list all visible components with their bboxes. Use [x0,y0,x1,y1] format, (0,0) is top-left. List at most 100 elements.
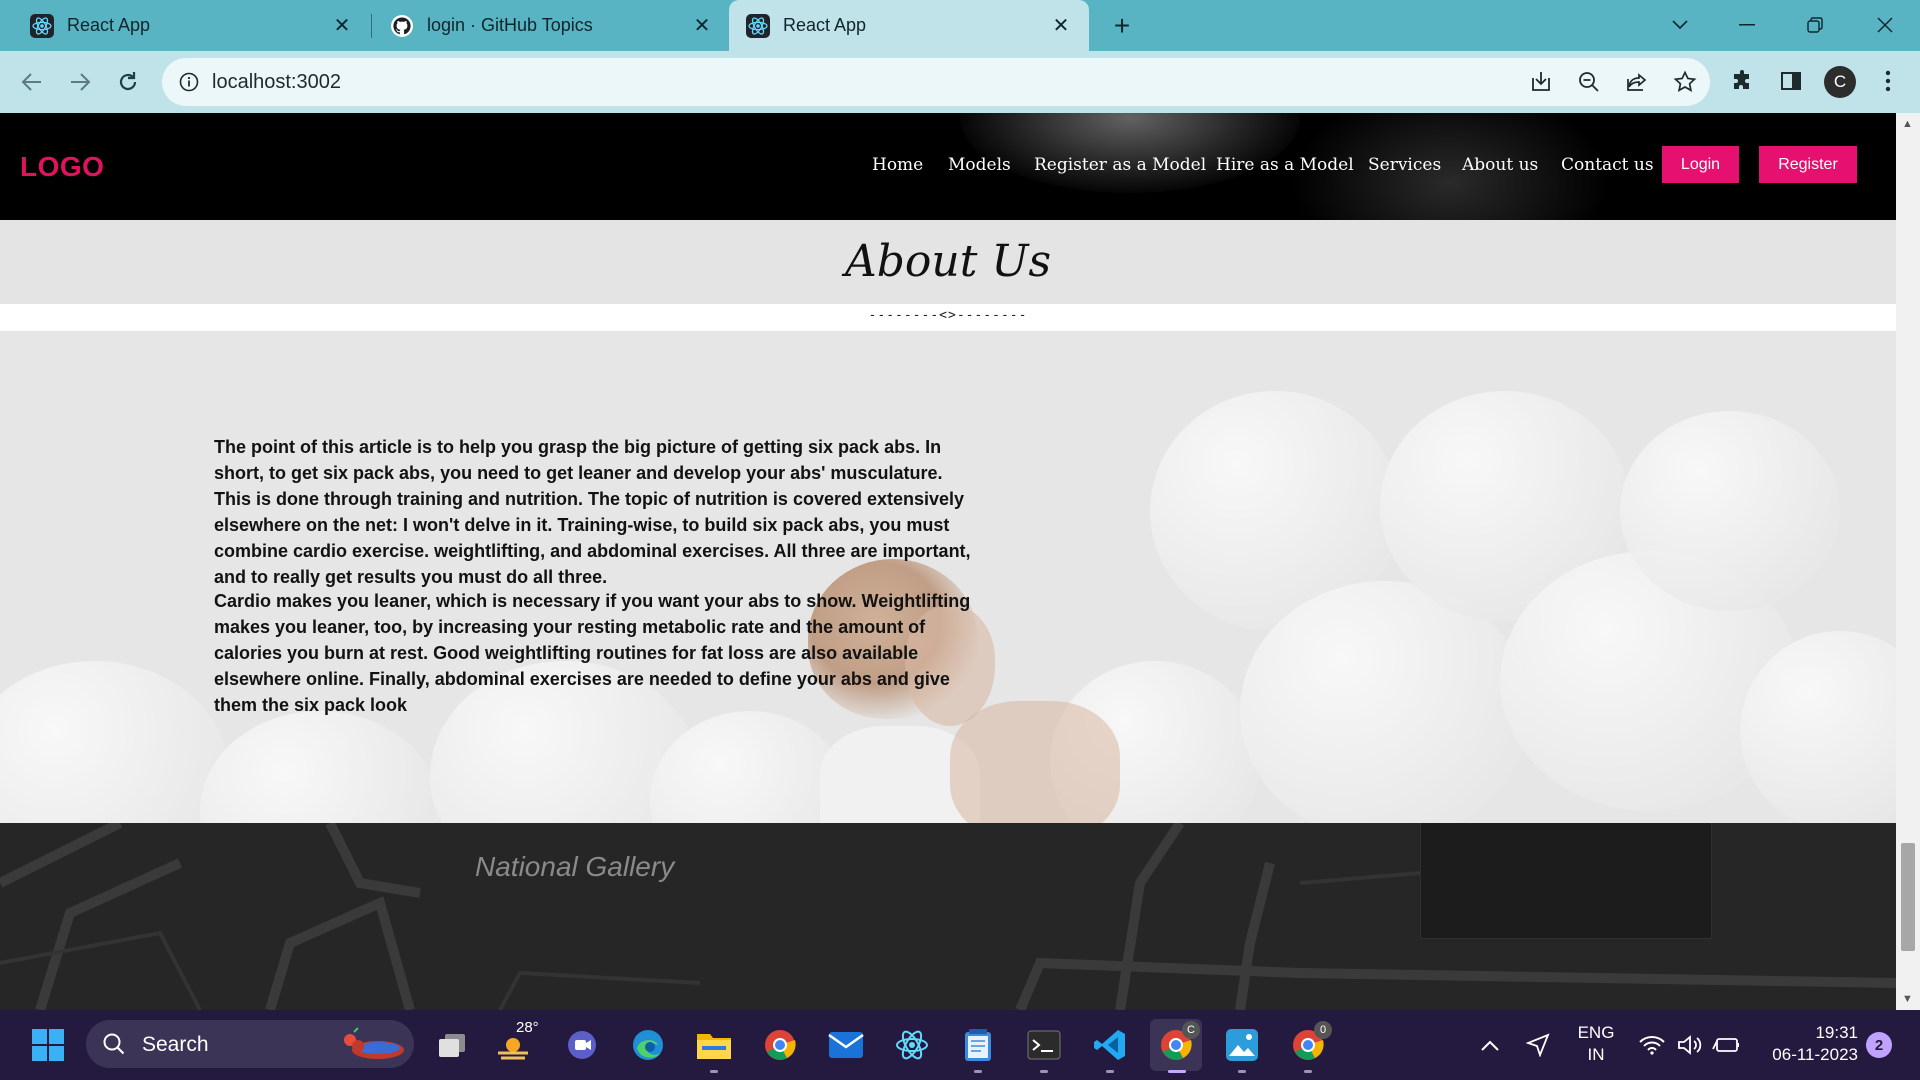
nav-about-us[interactable]: About us [1462,155,1538,175]
about-paragraph-1: The point of this article is to help you… [214,437,971,587]
clock-date: 06-11-2023 [1772,1045,1858,1064]
side-panel-icon[interactable] [1775,65,1807,97]
tab-react-app-active[interactable]: React App ✕ [729,0,1089,51]
url-text: localhost:3002 [212,71,341,93]
nav-contact-us[interactable]: Contact us [1561,155,1654,175]
clock[interactable]: 19:31 06-11-2023 [1758,1022,1858,1066]
location-arrow-icon[interactable] [1518,1025,1558,1065]
share-icon[interactable] [1623,68,1651,96]
site-logo[interactable]: LOGO [20,151,104,183]
nav-register-as-model[interactable]: Register as a Model [1034,155,1206,175]
page-title: About Us [844,236,1052,287]
search-label: Search [142,1033,209,1056]
title-divider: --------<>-------- [868,308,1028,323]
tab-strip: React App ✕ login · GitHub Topics ✕ Reac… [0,0,1920,51]
close-tab-icon[interactable]: ✕ [328,12,356,40]
search-icon [102,1032,126,1061]
scrollbar-thumb[interactable] [1901,843,1915,951]
close-tab-icon[interactable]: ✕ [1047,12,1075,40]
scroll-up-arrow-icon[interactable]: ▲ [1902,118,1913,130]
register-button[interactable]: Register [1759,146,1857,183]
about-content-section: The point of this article is to help you… [0,331,1896,823]
nav-hire-as-model[interactable]: Hire as a Model [1216,155,1354,175]
site-info-icon[interactable] [177,70,201,94]
task-view-icon[interactable] [432,1025,472,1065]
background-balloon [0,661,230,823]
about-header: About Us [0,220,1896,304]
nav-services[interactable]: Services [1368,155,1441,175]
edge-icon[interactable] [628,1025,668,1065]
bookmark-star-icon[interactable] [1671,68,1699,96]
install-app-icon[interactable] [1527,68,1555,96]
vscode-icon[interactable] [1090,1025,1130,1073]
browser-toolbar: localhost:3002 C [0,51,1920,113]
react-icon [30,13,54,38]
windows-taskbar: Search 28° C 0 ENG IN 19:31 06-11-2023 2 [0,1010,1920,1080]
chrome-profile-c-icon[interactable]: C [1150,1019,1202,1073]
profile-badge: 0 [1314,1021,1332,1039]
windows-start-icon[interactable] [28,1025,68,1065]
close-window-icon[interactable] [1865,8,1905,42]
react-icon [746,13,770,38]
site-navbar: LOGO Home Models Register as a Model Hir… [0,113,1896,220]
volume-icon[interactable] [1670,1025,1710,1065]
background-balloon [1620,411,1840,611]
reload-icon[interactable] [110,64,146,100]
page-viewport: LOGO Home Models Register as a Model Hir… [0,113,1896,1010]
extensions-puzzle-icon[interactable] [1727,65,1759,97]
map-place-label: National Gallery [475,851,675,882]
running-indicator [974,1070,982,1073]
language-indicator[interactable]: ENG IN [1570,1022,1622,1066]
profile-badge: C [1182,1021,1200,1039]
address-bar[interactable]: localhost:3002 [162,58,1710,106]
notepad-icon[interactable] [958,1025,998,1073]
weather-widget[interactable]: 28° [496,1019,546,1065]
running-indicator [1106,1070,1114,1073]
nav-home[interactable]: Home [872,155,923,175]
running-indicator [710,1070,718,1073]
tab-github-topics[interactable]: login · GitHub Topics ✕ [360,0,730,51]
search-highlight-image-icon [336,1026,406,1067]
scroll-down-arrow-icon[interactable]: ▼ [1902,993,1913,1005]
terminal-icon[interactable] [1024,1025,1064,1073]
divider-strip: --------<>-------- [0,304,1896,331]
photos-icon[interactable] [1222,1025,1262,1073]
react-devtools-icon[interactable] [892,1025,932,1065]
chrome-icon[interactable] [760,1025,800,1065]
about-paragraph-2: Cardio makes you leaner, which is necess… [214,591,971,715]
map-building [1420,823,1712,939]
tab-search-chevron-icon[interactable] [1660,8,1700,42]
background-balloon [200,711,440,823]
minimize-icon[interactable] [1727,8,1767,42]
close-tab-icon[interactable]: ✕ [688,12,716,40]
battery-icon[interactable] [1706,1025,1746,1065]
running-indicator [1040,1070,1048,1073]
github-icon [390,14,414,38]
mail-icon[interactable] [826,1025,866,1065]
restore-icon[interactable] [1795,8,1835,42]
tab-title: React App [783,15,867,35]
show-hidden-icons-chevron-icon[interactable] [1470,1025,1510,1065]
wifi-icon[interactable] [1632,1025,1672,1065]
chrome-profile-0-icon[interactable]: 0 [1288,1021,1332,1073]
tab-react-app-1[interactable]: React App ✕ [0,0,370,51]
language-code: ENG [1577,1023,1615,1042]
zoom-out-icon[interactable] [1575,68,1603,96]
new-tab-button[interactable]: + [1106,10,1138,42]
tab-title: React App [67,15,151,35]
language-region: IN [1587,1045,1605,1064]
page-scrollbar[interactable]: ▲ ▼ [1896,113,1920,1010]
profile-avatar[interactable]: C [1824,66,1856,98]
running-indicator [1304,1070,1312,1073]
background-portrait-arm [950,701,1120,823]
taskbar-search[interactable]: Search [86,1020,414,1068]
map-embed[interactable]: National Gallery [0,823,1896,1010]
teams-chat-icon[interactable] [562,1025,602,1065]
back-arrow-icon[interactable] [14,64,50,100]
notification-badge[interactable]: 2 [1866,1032,1892,1058]
browser-menu-icon[interactable] [1872,65,1904,97]
login-button[interactable]: Login [1662,146,1739,183]
nav-models[interactable]: Models [948,155,1011,175]
forward-arrow-icon[interactable] [62,64,98,100]
file-explorer-icon[interactable] [694,1025,734,1073]
